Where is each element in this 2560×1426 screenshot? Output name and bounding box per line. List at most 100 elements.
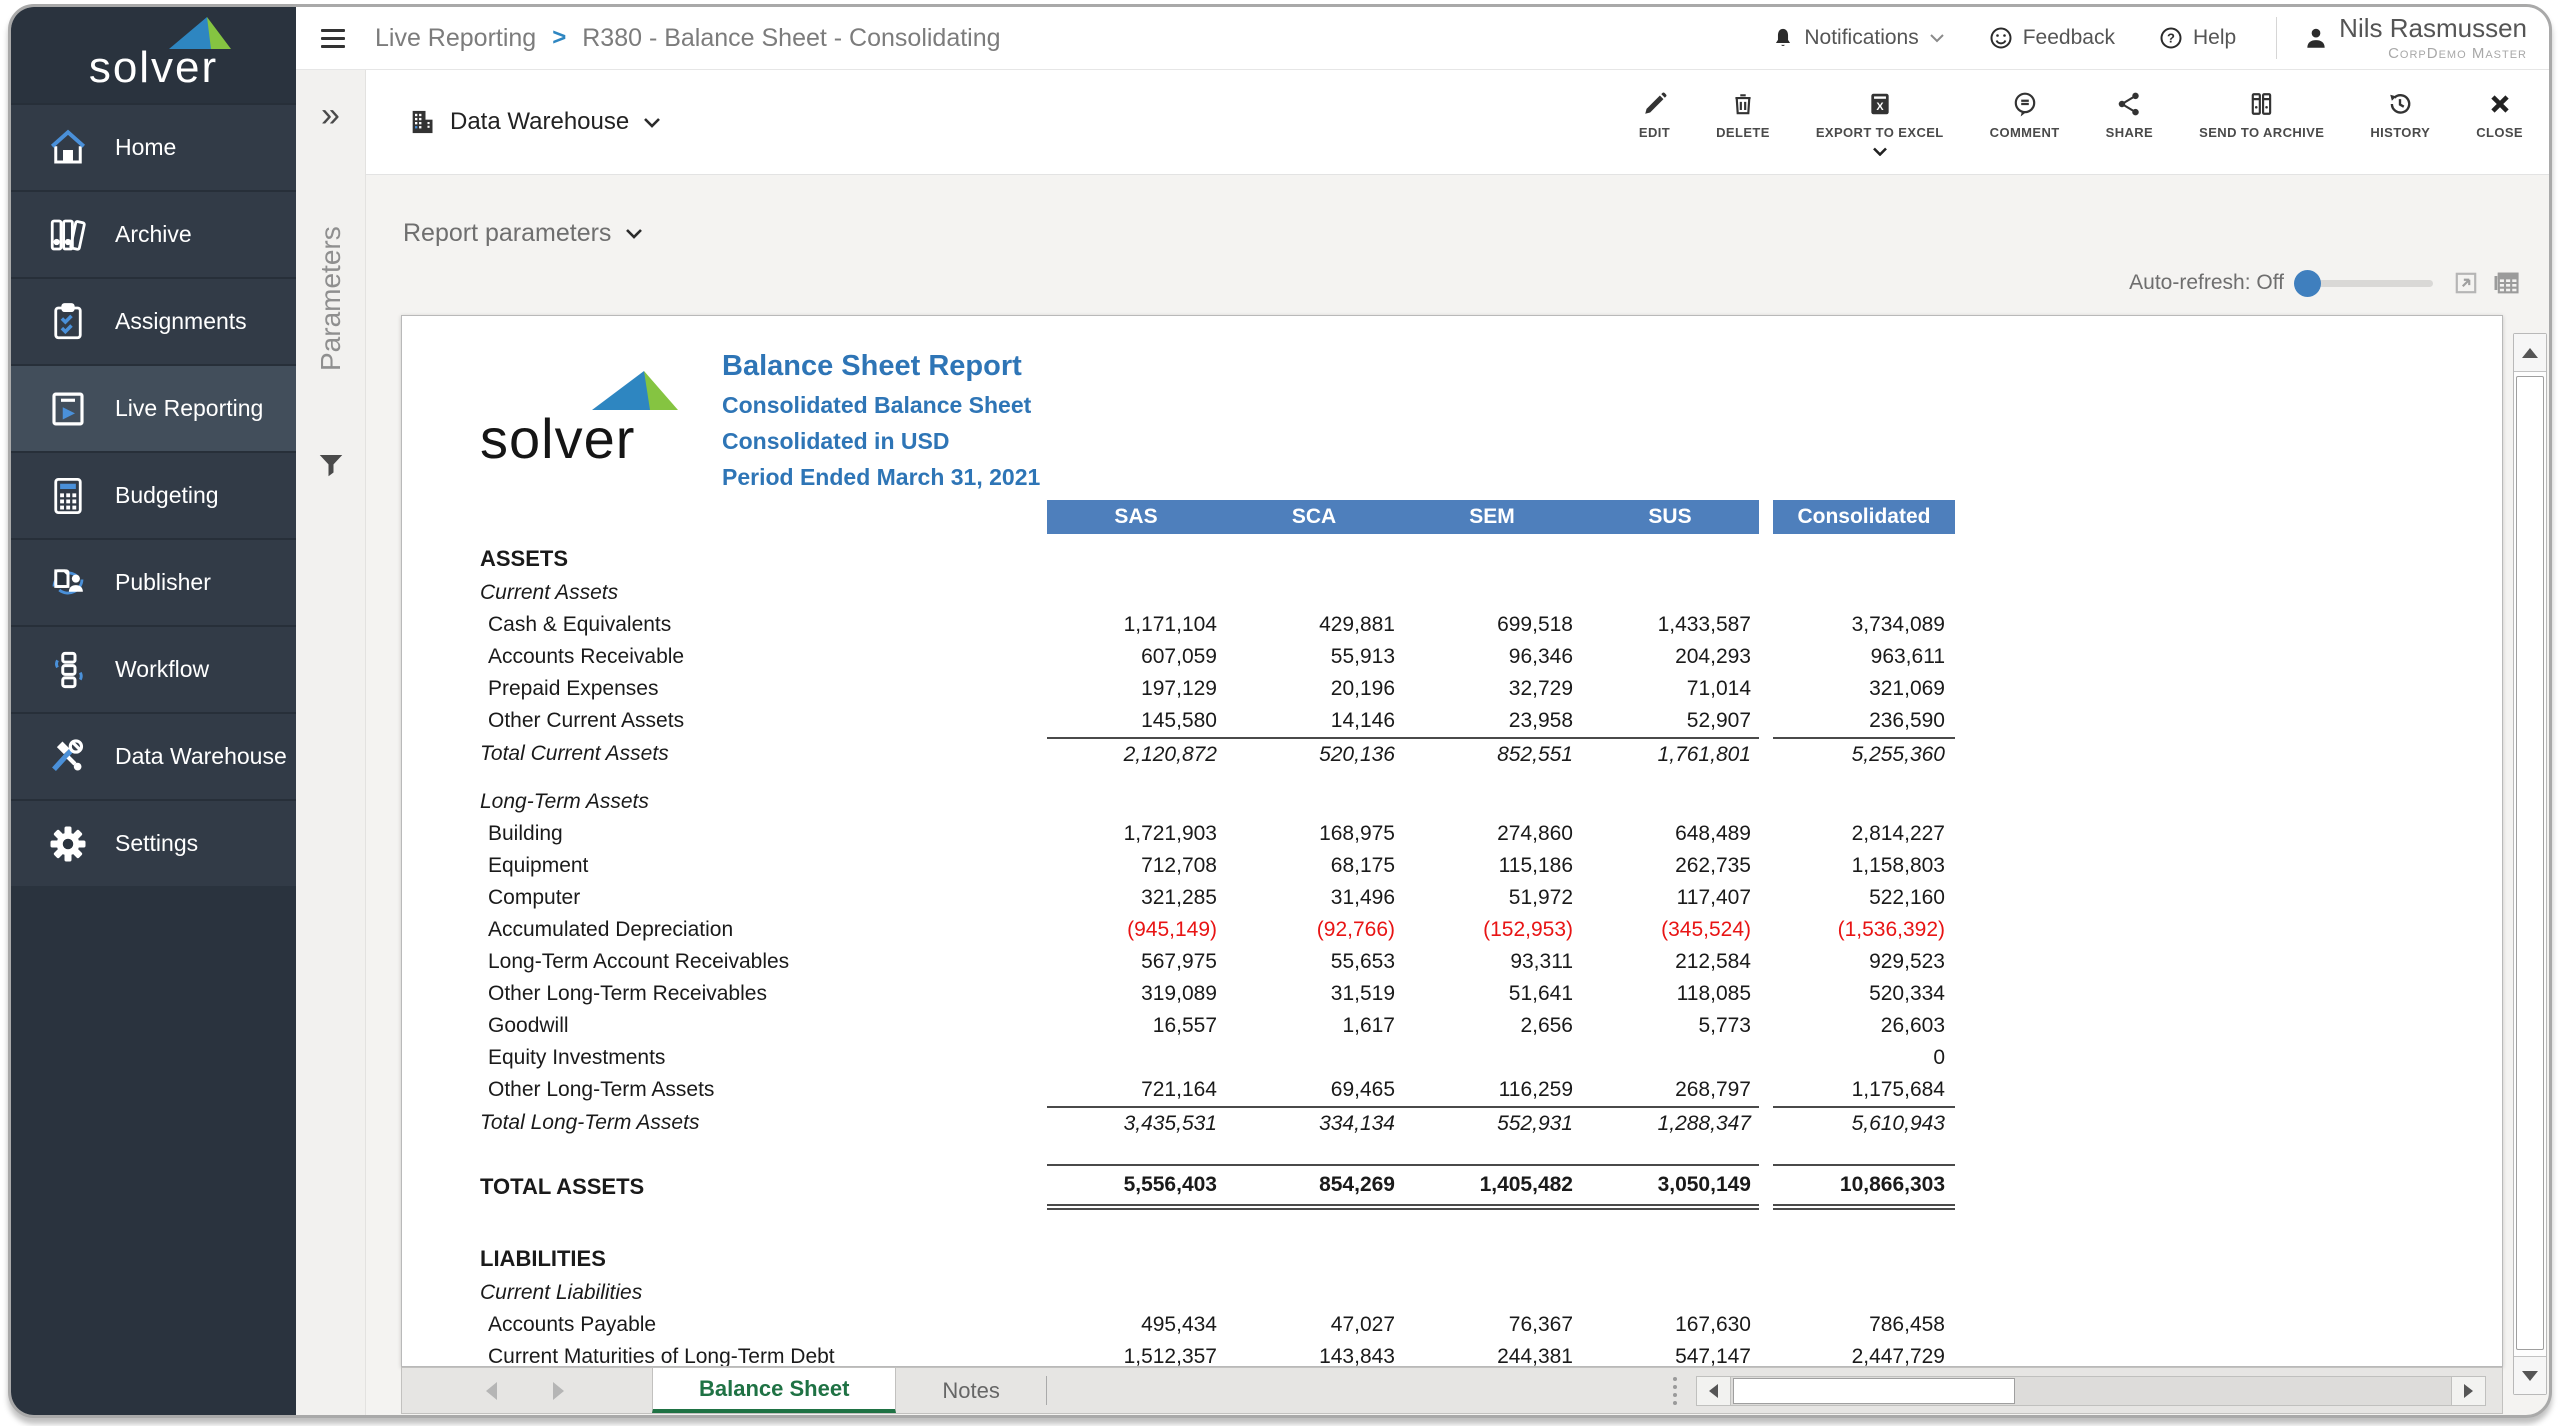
sidebar-item-data-warehouse[interactable]: Data Warehouse <box>11 712 296 799</box>
scroll-down-button[interactable] <box>2514 1356 2546 1394</box>
slider-knob[interactable] <box>2294 269 2321 297</box>
row-label: Equipment <box>488 854 589 877</box>
sidebar-item-publisher[interactable]: Publisher <box>11 538 296 625</box>
data-source-label: Data Warehouse <box>450 108 630 135</box>
vertical-scroll-thumb[interactable] <box>2516 376 2544 1350</box>
export-to-excel-button[interactable]: X EXPORT TO EXCEL <box>1816 91 1944 156</box>
assignments-icon <box>54 302 82 339</box>
cell: 167,630 <box>1675 1313 1751 1336</box>
table-row: Equipment 712,708 68,175 115,186 262,735 1,15… <box>472 850 2502 882</box>
close-icon <box>2490 94 2509 113</box>
scroll-up-button[interactable] <box>2514 334 2546 372</box>
share-button[interactable]: SHARE <box>2106 91 2154 154</box>
comment-button[interactable]: COMMENT <box>1990 91 2060 154</box>
report-parameters-toggle[interactable]: Report parameters <box>403 219 643 248</box>
cell: (152,953) <box>1483 918 1573 941</box>
cell: 1,617 <box>1342 1014 1395 1037</box>
row-label: Accumulated Depreciation <box>488 918 734 941</box>
delete-button[interactable]: DELETE <box>1716 91 1770 154</box>
send-to-archive-button[interactable]: SEND TO ARCHIVE <box>2199 91 2324 154</box>
row-values: 712,708 68,175 115,186 262,735 <box>1047 850 1759 882</box>
cell: 69,465 <box>1330 1078 1395 1101</box>
close-button[interactable]: CLOSE <box>2476 91 2523 154</box>
publisher-icon <box>52 568 84 594</box>
tab-scroll-left-icon[interactable] <box>486 1381 497 1400</box>
row-values <box>1047 576 1759 609</box>
consolidated-cell: 10,866,303 <box>1773 1164 1955 1210</box>
table-row: Other Long-Term Assets 721,164 69,465 116,2… <box>472 1074 2502 1106</box>
splitter-handle[interactable] <box>1670 1376 1680 1405</box>
report-header: solver Balance Sheet Report Consolidated… <box>472 350 2502 500</box>
row-values <box>1047 1242 1759 1276</box>
sidebar-item-live-reporting[interactable]: Live Reporting <box>11 364 296 451</box>
scroll-right-button[interactable] <box>2451 1376 2485 1405</box>
row-label: Cash & Equivalents <box>488 613 672 636</box>
history-button[interactable]: HISTORY <box>2370 91 2430 154</box>
cell: 712,708 <box>1141 854 1217 877</box>
sidebar-item-label: Live Reporting <box>115 395 264 421</box>
grid-icon[interactable] <box>2493 269 2521 297</box>
row-label: Computer <box>488 886 581 909</box>
row-label: Goodwill <box>488 1014 569 1037</box>
home-icon <box>50 129 86 163</box>
auto-refresh-slider[interactable] <box>2294 269 2433 297</box>
breadcrumb-section[interactable]: Live Reporting <box>375 24 536 53</box>
report-parameters-label: Report parameters <box>403 219 612 247</box>
edit-button[interactable]: EDIT <box>1639 91 1670 154</box>
scroll-left-button[interactable] <box>1697 1376 1731 1405</box>
cell: 143,843 <box>1319 1345 1395 1367</box>
user-menu[interactable]: Nils Rasmussen CorpDemo Master <box>2303 15 2527 62</box>
vertical-scrollbar[interactable] <box>2513 333 2547 1395</box>
table-header-row: SAS SCA SEM SUS Consolidated <box>472 500 2502 534</box>
tab-notes[interactable]: Notes <box>896 1368 1045 1413</box>
data-source-select[interactable]: Data Warehouse <box>408 108 661 136</box>
tab-balance-sheet[interactable]: Balance Sheet <box>652 1368 897 1413</box>
table-row: Long-Term Assets <box>472 785 2502 818</box>
feedback-label: Feedback <box>2022 26 2115 49</box>
filter-icon[interactable] <box>316 450 346 480</box>
cell: 71,014 <box>1686 677 1751 700</box>
horizontal-scrollbar[interactable] <box>1696 1375 2486 1406</box>
cell: 212,584 <box>1675 950 1751 973</box>
column-header: SCA <box>1291 505 1337 528</box>
archive-binders-icon <box>2251 92 2271 115</box>
sidebar-item-settings[interactable]: Settings <box>11 799 296 886</box>
sidebar-item-assignments[interactable]: Assignments <box>11 277 296 364</box>
row-values: 1,512,357 143,843 244,381 547,147 <box>1047 1341 1759 1367</box>
breadcrumb-page: R380 - Balance Sheet - Consolidating <box>582 23 1001 52</box>
sidebar-item-workflow[interactable]: Workflow <box>11 625 296 712</box>
cell: 274,860 <box>1497 822 1573 845</box>
row-label: Accounts Payable <box>488 1313 657 1336</box>
pencil-icon <box>1644 92 1666 114</box>
hamburger-menu-icon[interactable] <box>321 24 345 53</box>
consolidated-cell: 5,610,943 <box>1773 1106 1955 1140</box>
sidebar-item-label: Budgeting <box>115 482 219 508</box>
feedback-button[interactable]: Feedback <box>1989 26 2115 50</box>
user-name: Nils Rasmussen <box>2339 12 2527 43</box>
history-icon <box>2390 93 2411 114</box>
expand-icon[interactable] <box>2453 270 2479 296</box>
cell: 32,729 <box>1508 677 1573 700</box>
sidebar-item-archive[interactable]: Archive <box>11 190 296 277</box>
cell: 93,311 <box>1510 950 1573 973</box>
expand-parameters-icon[interactable]: » <box>296 98 365 132</box>
tab-scroll-right-icon[interactable] <box>553 1381 564 1400</box>
horizontal-scroll-thumb[interactable] <box>1733 1377 2015 1404</box>
consolidated-cell <box>1773 785 1955 818</box>
cell: 55,913 <box>1330 645 1395 668</box>
sidebar-item-home[interactable]: Home <box>11 103 296 190</box>
consolidated-cell: 236,590 <box>1869 709 1945 732</box>
solver-logo: solver <box>11 7 296 103</box>
top-bar: Live Reporting > R380 - Balance Sheet - … <box>296 7 2549 70</box>
cell: 1,433,587 <box>1657 613 1751 636</box>
help-label: Help <box>2192 26 2237 49</box>
cell: 76,367 <box>1508 1313 1573 1336</box>
table-row: Goodwill 16,557 1,617 2,656 5,773 26,603 <box>472 1010 2502 1042</box>
notifications-button[interactable]: Notifications <box>1772 26 1944 50</box>
sidebar-item-budgeting[interactable]: Budgeting <box>11 451 296 538</box>
help-button[interactable]: ? Help <box>2159 26 2236 50</box>
row-values <box>1047 1042 1759 1074</box>
balance-sheet-table: SAS SCA SEM SUS Consolidated ASSETS Current … <box>472 500 2502 1367</box>
report-toolbar: Data Warehouse EDIT DELETE X EXPORT TO E… <box>366 70 2549 175</box>
cell: 68,175 <box>1330 854 1395 877</box>
